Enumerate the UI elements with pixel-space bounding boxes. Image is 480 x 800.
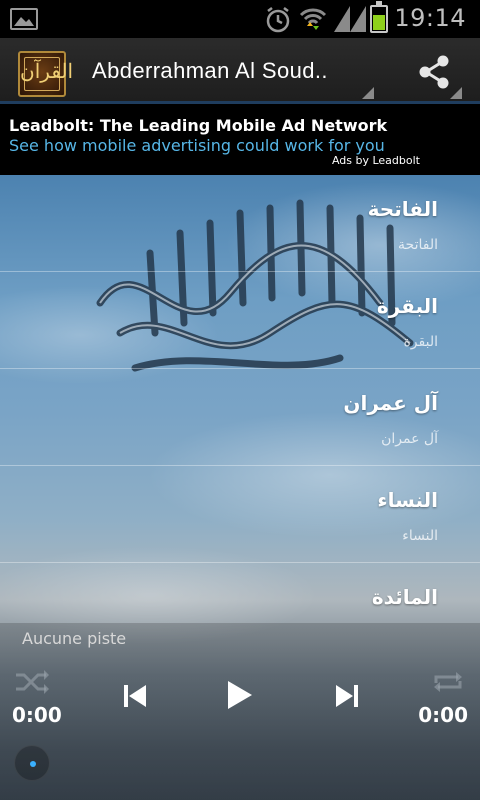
title-spinner-indicator <box>362 87 374 99</box>
shuffle-icon[interactable] <box>14 667 50 697</box>
repeat-icon[interactable] <box>432 667 464 697</box>
app-logo[interactable]: القرآن <box>18 51 74 97</box>
status-clock: 19:14 <box>394 4 466 32</box>
surah-name: النساء <box>377 488 438 512</box>
duration-time: 0:00 <box>418 703 468 727</box>
signal-icon <box>334 6 350 32</box>
status-bar: 19:14 <box>0 0 480 38</box>
surah-subtitle: الفاتحة <box>398 237 438 253</box>
gallery-icon <box>10 8 38 30</box>
surah-name: البقرة <box>376 294 438 318</box>
ad-banner[interactable]: Leadbolt: The Leading Mobile Ad Network … <box>0 109 480 175</box>
reciter-title[interactable]: Abderrahman Al Soud.. <box>92 58 328 84</box>
app-logo-glyph: القرآن <box>20 59 74 83</box>
action-bar: القرآن Abderrahman Al Soud.. <box>0 38 480 104</box>
seek-knob[interactable] <box>14 745 50 781</box>
elapsed-time: 0:00 <box>12 703 62 727</box>
overflow-indicator <box>450 87 462 99</box>
surah-name: آل عمران <box>343 391 438 415</box>
surah-item-an-nisa[interactable]: النساء النساء <box>0 466 480 563</box>
surah-item-al-fatiha[interactable]: الفاتحة الفاتحة <box>0 175 480 272</box>
previous-icon[interactable] <box>122 683 148 709</box>
content-area: الفاتحة الفاتحة البقرة البقرة آل عمران آ… <box>0 175 480 800</box>
surah-item-al-baqara[interactable]: البقرة البقرة <box>0 272 480 369</box>
alarm-icon <box>266 7 290 33</box>
next-icon[interactable] <box>334 683 360 709</box>
surah-subtitle: النساء <box>402 528 438 544</box>
current-track-label: Aucune piste <box>22 629 127 648</box>
battery-icon <box>370 1 388 33</box>
seek-knob-dot <box>30 761 36 767</box>
battery-level-fill <box>373 15 385 30</box>
wifi-icon <box>299 8 327 30</box>
ad-attribution: Ads by Leadbolt <box>331 154 420 167</box>
audio-player: Aucune piste 0:00 0:00 <box>0 623 480 800</box>
signal-icon-secondary <box>350 6 366 32</box>
surah-subtitle: البقرة <box>403 334 438 350</box>
surah-name: الفاتحة <box>367 197 438 221</box>
surah-name: المائدة <box>371 585 438 609</box>
surah-item-al-imran[interactable]: آل عمران آل عمران <box>0 369 480 466</box>
play-icon[interactable] <box>226 679 254 711</box>
surah-list: الفاتحة الفاتحة البقرة البقرة آل عمران آ… <box>0 175 480 660</box>
surah-subtitle: آل عمران <box>381 431 438 447</box>
share-icon[interactable] <box>416 54 452 90</box>
ad-subtext: See how mobile advertising could work fo… <box>9 136 385 155</box>
ad-headline: Leadbolt: The Leading Mobile Ad Network <box>9 116 388 135</box>
